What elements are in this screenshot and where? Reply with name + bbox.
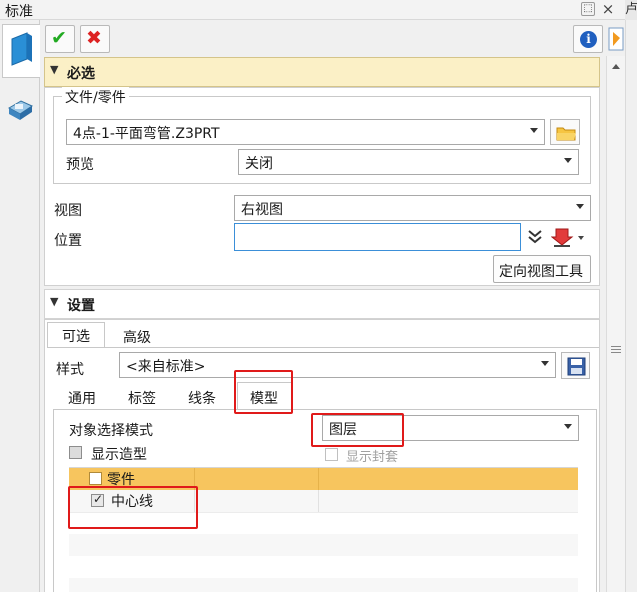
tab-optional-label: 可选 bbox=[62, 329, 90, 345]
save-style-button[interactable] bbox=[561, 352, 590, 379]
pick-point-button[interactable] bbox=[550, 226, 587, 248]
style-combo[interactable]: <来自标准> bbox=[119, 352, 556, 378]
position-input[interactable] bbox=[234, 223, 521, 251]
preview-value: 关闭 bbox=[245, 156, 273, 172]
preview-label: 预览 bbox=[66, 157, 94, 173]
view-label: 视图 bbox=[54, 203, 82, 219]
scroll-thumb-grip[interactable] bbox=[611, 346, 621, 347]
close-icon[interactable]: × bbox=[600, 0, 616, 18]
pick-point-icon bbox=[550, 228, 584, 247]
table-row bbox=[69, 578, 578, 592]
highlight-box-layer bbox=[311, 413, 404, 447]
select-mode-label: 对象选择模式 bbox=[69, 423, 153, 439]
pin-icon[interactable]: ⬚ bbox=[581, 2, 595, 16]
orient-view-tool-button[interactable]: 定向视图工具 bbox=[493, 255, 591, 283]
browse-file-button[interactable] bbox=[550, 119, 580, 145]
standard-tab-icon bbox=[11, 32, 32, 66]
style-value: <来自标准> bbox=[126, 359, 206, 375]
subtab-lines[interactable]: 线条 bbox=[188, 388, 216, 408]
info-icon: i bbox=[580, 31, 597, 48]
orient-view-tool-label: 定向视图工具 bbox=[499, 264, 583, 280]
info-button[interactable]: i bbox=[573, 25, 603, 53]
tab-advanced[interactable]: 高级 bbox=[105, 322, 165, 348]
position-label: 位置 bbox=[54, 233, 82, 249]
chevron-down-icon bbox=[541, 361, 549, 366]
ok-button[interactable]: ✔ bbox=[45, 25, 75, 53]
command-toolbar bbox=[40, 20, 625, 56]
window-titlebar: 标准 ⬚ × 卢 bbox=[0, 0, 637, 20]
expand-double-chevron-icon[interactable] bbox=[526, 228, 544, 246]
cross-icon: ✖ bbox=[86, 27, 102, 49]
required-section-header[interactable]: ▼ 必选 bbox=[44, 57, 600, 87]
required-section-title: 必选 bbox=[67, 66, 95, 82]
file-part-group-label: 文件/零件 bbox=[62, 87, 129, 107]
table-row bbox=[69, 534, 578, 556]
view-tab-icon[interactable] bbox=[6, 96, 34, 122]
scroll-up-icon[interactable] bbox=[612, 64, 620, 69]
file-part-value: 4点-1-平面弯管.Z3PRT bbox=[73, 126, 220, 142]
collapse-triangle-icon[interactable]: ▼ bbox=[50, 63, 58, 76]
settings-section-title: 设置 bbox=[67, 298, 95, 314]
standard-tab[interactable] bbox=[2, 24, 40, 78]
preview-combo[interactable]: 关闭 bbox=[238, 149, 579, 175]
cancel-button[interactable]: ✖ bbox=[80, 25, 110, 53]
show-assembly-checkbox bbox=[325, 448, 338, 461]
view-combo[interactable]: 右视图 bbox=[234, 195, 591, 221]
view-value: 右视图 bbox=[241, 202, 283, 218]
highlight-box-model-tab bbox=[234, 370, 293, 414]
highlight-box-centerline bbox=[68, 486, 198, 529]
tab-advanced-label: 高级 bbox=[123, 330, 151, 346]
chevron-down-icon bbox=[530, 128, 538, 133]
floppy-disk-icon bbox=[567, 357, 586, 376]
show-assembly-label: 显示封套 bbox=[346, 450, 399, 465]
collapse-triangle-icon[interactable]: ▼ bbox=[50, 295, 58, 308]
vertical-scrollbar[interactable] bbox=[606, 56, 625, 592]
settings-section-header[interactable]: ▼ 设置 bbox=[44, 289, 600, 319]
chevron-down-icon bbox=[576, 204, 584, 209]
tab-optional[interactable]: 可选 bbox=[47, 322, 105, 348]
row-checkbox[interactable] bbox=[89, 472, 102, 485]
table-row bbox=[69, 556, 578, 578]
file-part-combo[interactable]: 4点-1-平面弯管.Z3PRT bbox=[66, 119, 545, 145]
window-title: 标准 bbox=[5, 4, 33, 20]
show-shape-checkbox[interactable] bbox=[69, 446, 82, 459]
next-panel-tab[interactable]: 卢 bbox=[625, 0, 637, 20]
help-icon[interactable] bbox=[606, 26, 626, 54]
right-dock-edge bbox=[625, 20, 637, 592]
subtab-label[interactable]: 标签 bbox=[128, 388, 156, 408]
style-label: 样式 bbox=[56, 362, 84, 378]
folder-icon bbox=[556, 127, 576, 141]
check-icon: ✔ bbox=[51, 27, 67, 49]
subtab-general[interactable]: 通用 bbox=[68, 388, 96, 408]
show-shape-label: 显示造型 bbox=[91, 447, 147, 463]
chevron-down-icon bbox=[564, 424, 572, 429]
chevron-down-icon bbox=[564, 158, 572, 163]
